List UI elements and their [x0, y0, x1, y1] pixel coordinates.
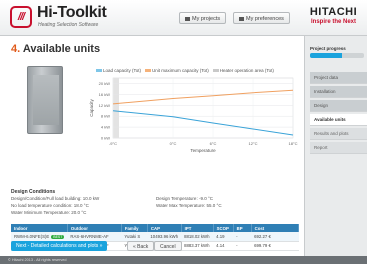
heater-operation-area — [113, 78, 119, 138]
app-logo: /// — [10, 6, 32, 28]
x-axis-label: Temperature — [190, 148, 216, 153]
y-tick-label: 8 kW — [101, 114, 110, 119]
y-tick-label: 4 kW — [101, 125, 110, 130]
app-title: Hi-Toolkit — [37, 4, 107, 21]
x-tick-label: -9°C — [109, 141, 117, 146]
capacity-chart: 0 kW 4 kW 8 kW 12 kW 16 kW 20 kW -9°C 0°C 6°C 12°… — [89, 77, 298, 153]
unit-front-panel — [33, 75, 59, 125]
col-cost[interactable]: Cost — [251, 224, 300, 232]
my-preferences-label: My preferences — [246, 16, 284, 22]
y-tick-label: 0 kW — [101, 136, 110, 141]
y-tick-label: 12 kW — [99, 103, 111, 108]
x-tick-label: 12°C — [249, 141, 258, 146]
sidebar-item-design[interactable]: Design — [310, 100, 367, 112]
table-row[interactable]: RWM-6.0NFE(S)E BEST RAS-6HVRNME-AF Yutaki… — [11, 232, 299, 242]
sidebar-item-installation[interactable]: Installation — [310, 86, 367, 98]
progress-fill — [310, 53, 343, 58]
cell-scop: 4.19 — [213, 232, 234, 242]
app-header: /// Hi-Toolkit Heating Selection Softwar… — [0, 0, 367, 36]
cell-scop: 4.14 — [213, 241, 234, 251]
col-family[interactable]: Family — [121, 224, 148, 232]
sidebar-item-results-and-plots[interactable]: Results and plots — [310, 128, 367, 140]
col-scop[interactable]: SCOP — [213, 224, 234, 232]
condition-design-temp: Design Temperature: -9.0 °C — [156, 196, 213, 201]
condition-full-load: Design/Condition/Full load building: 10.… — [11, 196, 100, 201]
cell-family: Yutaki S — [121, 232, 148, 242]
footer: © Hitachi 2013 - All rights reserved — [0, 256, 367, 264]
best-badge: BEST — [51, 234, 65, 239]
logo-glyph: /// — [17, 11, 25, 23]
back-button[interactable]: « Back — [127, 241, 155, 251]
project-progress-bar — [310, 53, 364, 58]
cell-indoor: RWM-6.0NFE(S)E BEST — [11, 232, 68, 242]
cancel-button[interactable]: Cancel — [154, 241, 182, 251]
cell-bp: - — [233, 241, 252, 251]
col-outdoor[interactable]: Outdoor — [67, 224, 122, 232]
y-tick-label: 16 kW — [99, 92, 111, 97]
my-projects-label: My projects — [192, 16, 221, 22]
page-title-number: 4. — [11, 43, 21, 55]
x-tick-label: 18°C — [289, 141, 298, 146]
col-ipt[interactable]: IPT — [181, 224, 214, 232]
project-progress-sidebar: Project progress Project data Installati… — [304, 36, 367, 256]
sidebar-item-project-data[interactable]: Project data — [310, 72, 367, 84]
page-title-text: Available units — [22, 43, 101, 55]
condition-water-min-temp: Water Minimum Temperature: 20.0 °C — [11, 210, 87, 215]
sidebar-item-report[interactable]: Report — [310, 142, 367, 154]
page-title: 4. Available units — [11, 43, 100, 55]
my-preferences-button[interactable]: My preferences — [233, 12, 290, 24]
condition-no-load-temp: No load temperature condition: 18.0 °C — [11, 203, 89, 208]
cell-cap: 10493.96 kWh — [147, 232, 182, 242]
sidebar-title: Project progress — [310, 46, 346, 51]
cell-cost: 692.27 € — [251, 232, 299, 242]
x-tick-label: 0°C — [170, 141, 177, 146]
brand-logo: HITACHI Inspire the Next — [300, 6, 367, 25]
gear-icon — [239, 16, 244, 21]
table-header-row: Indoor Outdoor Family CAP IPT SCOP BP Co… — [11, 224, 300, 232]
cell-ipt: 8883.37 kWh — [181, 241, 214, 251]
indoor-model: RWM-6.0NFE(S)E — [14, 233, 50, 239]
cell-ipt: 8818.02 kWh — [181, 232, 214, 242]
plot-area — [112, 77, 294, 139]
condition-water-max-temp: Water Max Temperature: 55.0 °C — [156, 203, 222, 208]
app-window: /// Hi-Toolkit Heating Selection Softwar… — [0, 0, 367, 264]
brand-tagline: Inspire the Next — [310, 19, 356, 25]
folder-icon — [185, 16, 190, 21]
col-cap[interactable]: CAP — [147, 224, 182, 232]
col-indoor[interactable]: Indoor — [11, 224, 68, 232]
cell-bp: - — [233, 232, 252, 242]
x-tick-label: 6°C — [210, 141, 217, 146]
sidebar-item-available-units[interactable]: Available units — [310, 114, 367, 126]
y-axis-label: Capacity — [89, 99, 94, 117]
design-conditions-title: Design Conditions — [11, 189, 56, 195]
col-bp[interactable]: BP — [233, 224, 252, 232]
next-detailed-calculations-button[interactable]: Next - Detailed calculations and plots » — [11, 241, 108, 251]
my-projects-button[interactable]: My projects — [179, 12, 227, 24]
app-subtitle: Heating Selection Software — [38, 22, 99, 28]
y-tick-label: 20 kW — [99, 81, 111, 86]
cell-outdoor: RAS-6HVRNME-AF — [67, 232, 122, 242]
brand-name: HITACHI — [309, 6, 358, 18]
cell-cost: 699.79 € — [251, 241, 299, 251]
heat-pump-unit-image — [27, 66, 63, 134]
main-content: 4. Available units Load capacity (Tot) Un… — [0, 36, 304, 256]
